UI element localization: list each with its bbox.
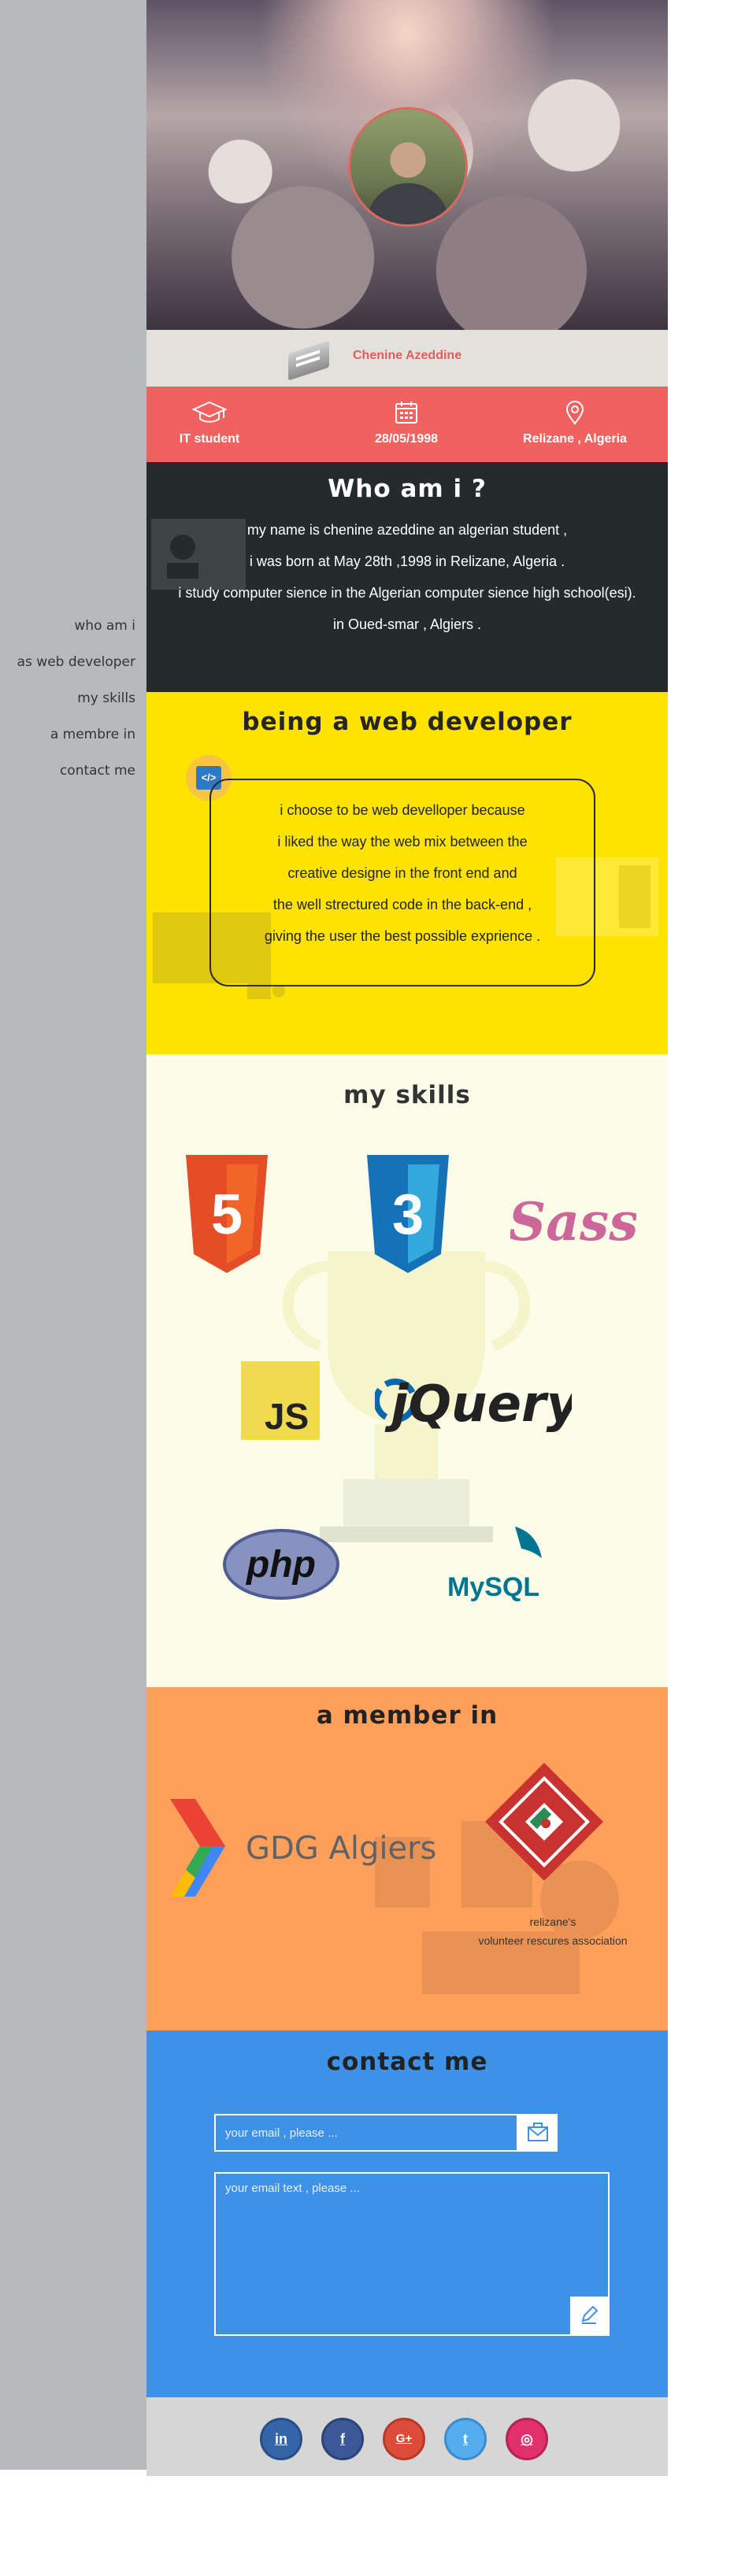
web-developer-section: being a web developer </> i choose to be… bbox=[146, 692, 668, 1054]
email-input[interactable] bbox=[214, 2114, 518, 2152]
twitter-icon[interactable]: t bbox=[444, 2418, 487, 2460]
calendar-icon bbox=[395, 402, 417, 424]
html5-label: 5 bbox=[211, 1183, 243, 1246]
linkedin-icon[interactable]: in bbox=[260, 2418, 302, 2460]
instagram-icon[interactable]: ◎ bbox=[506, 2418, 548, 2460]
mysql-label: MySQL bbox=[447, 1572, 539, 1602]
name-bar: Chenine Azeddine bbox=[146, 330, 668, 387]
php-icon: php bbox=[223, 1529, 339, 1600]
member-title: a member in bbox=[316, 1701, 499, 1730]
person-card-icon bbox=[151, 519, 246, 590]
jquery-icon: jQuery bbox=[375, 1375, 572, 1434]
gdg-chevron-icon bbox=[170, 1799, 225, 1897]
developer-speech-bubble: i choose to be web develloper because i … bbox=[209, 779, 595, 986]
info-bar: IT student 28/05/1998 Relizane , Algeria bbox=[146, 387, 668, 462]
who-line: in Oued-smar , Algiers . bbox=[332, 616, 482, 632]
association-caption: relizane's volunteer rescures associatio… bbox=[458, 1912, 647, 1950]
logo-icon bbox=[288, 340, 329, 381]
info-location-text: Relizane , Algeria bbox=[523, 432, 627, 446]
developer-line: i liked the way the web mix between the bbox=[277, 834, 528, 849]
profile-avatar bbox=[348, 107, 468, 227]
php-label: php bbox=[245, 1544, 316, 1586]
contact-section: contact me bbox=[146, 2030, 668, 2397]
nav-link-web-developer[interactable]: as web developer bbox=[17, 644, 135, 680]
javascript-label: JS bbox=[265, 1396, 309, 1437]
sass-icon: Sass bbox=[510, 1191, 636, 1253]
who-am-i-section: Who am i ? my name is chenine azeddine a… bbox=[146, 462, 668, 692]
contact-title: contact me bbox=[326, 2048, 488, 2076]
social-bar: in f G+ t ◎ bbox=[146, 2397, 668, 2476]
info-birthdate-text: 28/05/1998 bbox=[374, 432, 439, 446]
graduation-cap-icon bbox=[192, 401, 227, 423]
info-study: IT student bbox=[146, 399, 288, 446]
css3-icon: 3 bbox=[367, 1155, 449, 1273]
who-line: my name is chenine azeddine an algerian … bbox=[246, 522, 568, 538]
css3-label: 3 bbox=[392, 1183, 424, 1246]
developer-line: giving the user the best possible exprie… bbox=[264, 928, 541, 944]
developer-title: being a web developer bbox=[242, 708, 573, 736]
association-logo-icon bbox=[485, 1763, 603, 1881]
hero-banner bbox=[146, 0, 668, 330]
who-title: Who am i ? bbox=[328, 475, 487, 503]
info-location: Relizane , Algeria bbox=[496, 399, 654, 446]
sidebar-nav: who am i as web developer my skills a me… bbox=[17, 608, 135, 789]
send-button[interactable] bbox=[570, 2297, 608, 2334]
main-content: Chenine Azeddine IT student 28/05/1998 R… bbox=[146, 0, 668, 2476]
nav-link-member-in[interactable]: a membre in bbox=[17, 716, 135, 753]
facebook-icon[interactable]: f bbox=[321, 2418, 364, 2460]
pencil-icon bbox=[581, 2305, 599, 2324]
member-section: a member in GDG Algiers relizane's volun… bbox=[146, 1687, 668, 2030]
gdg-algiers-label: GDG Algiers bbox=[246, 1830, 437, 1867]
nav-link-who-am-i[interactable]: who am i bbox=[17, 608, 135, 644]
nav-link-my-skills[interactable]: my skills bbox=[17, 680, 135, 716]
sidebar: who am i as web developer my skills a me… bbox=[0, 0, 146, 2470]
developer-line: i choose to be web develloper because bbox=[280, 802, 525, 818]
email-text-area[interactable] bbox=[214, 2172, 610, 2336]
google-plus-icon[interactable]: G+ bbox=[383, 2418, 425, 2460]
profile-name: Chenine Azeddine bbox=[353, 349, 462, 362]
nav-link-contact-me[interactable]: contact me bbox=[17, 753, 135, 789]
email-icon-button[interactable] bbox=[518, 2114, 558, 2152]
envelope-icon bbox=[528, 2122, 548, 2141]
skills-section: my skills 5 3 Sass JS jQuery php MySQL bbox=[146, 1054, 668, 1687]
association-line: relizane's bbox=[529, 1915, 576, 1928]
info-birthdate: 28/05/1998 bbox=[328, 399, 485, 446]
location-pin-icon bbox=[565, 401, 584, 425]
info-study-text: IT student bbox=[179, 432, 240, 446]
developer-line: creative designe in the front end and bbox=[287, 865, 517, 881]
mysql-icon: MySQL bbox=[447, 1527, 542, 1602]
who-line: i study computer sience in the Algerian … bbox=[178, 585, 636, 601]
who-line: i was born at May 28th ,1998 in Relizane… bbox=[249, 553, 565, 569]
skills-title: my skills bbox=[343, 1081, 471, 1109]
developer-line: the well strectured code in the back-end… bbox=[272, 897, 532, 912]
javascript-icon: JS bbox=[241, 1361, 320, 1440]
jquery-label: jQuery bbox=[384, 1375, 572, 1434]
sass-label: Sass bbox=[510, 1191, 636, 1253]
association-line: volunteer rescures association bbox=[478, 1934, 628, 1947]
html5-icon: 5 bbox=[186, 1155, 268, 1273]
